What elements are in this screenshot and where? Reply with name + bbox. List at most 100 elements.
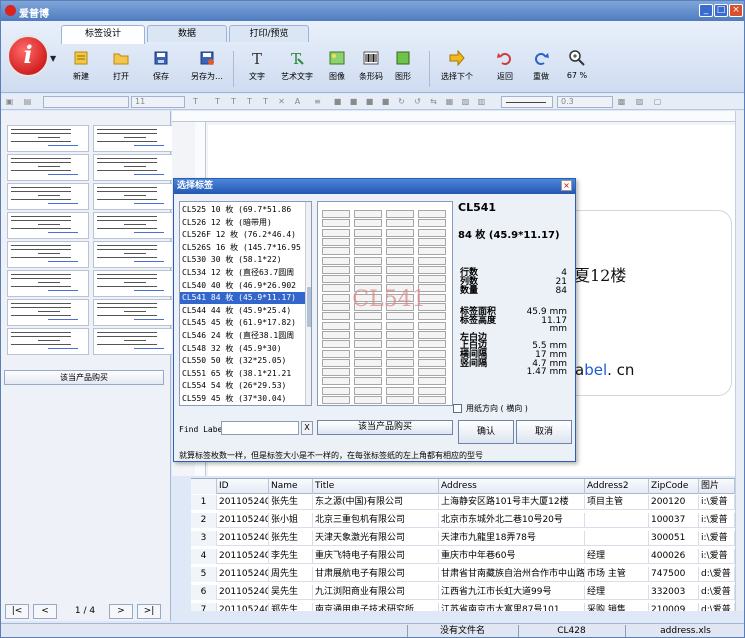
- label-thumbnail[interactable]: [93, 183, 175, 210]
- save-button[interactable]: 保存: [141, 48, 181, 90]
- grid-column-header[interactable]: Title: [313, 479, 439, 494]
- underline-icon[interactable]: T: [245, 97, 254, 106]
- label-thumbnail[interactable]: [93, 270, 175, 297]
- bold-icon[interactable]: T: [213, 97, 222, 106]
- maximize-icon[interactable]: □: [714, 4, 728, 17]
- label-thumbnail[interactable]: [7, 299, 89, 326]
- rotate-icon[interactable]: ↻: [397, 97, 406, 106]
- shape-button[interactable]: 图形: [383, 48, 423, 90]
- table-row[interactable]: 620110524006吴先生九江浏阳商业有限公司江西省九江市长虹大道99号经理…: [191, 585, 735, 600]
- app-menu-button[interactable]: i: [7, 35, 49, 77]
- text-effect-icon[interactable]: ✕: [277, 97, 286, 106]
- label-thumbnail[interactable]: [93, 328, 175, 355]
- label-type-item[interactable]: CL526F 12 枚 (76.2*46.4): [180, 229, 305, 241]
- label-type-item[interactable]: CL550 50 枚 (32*25.05): [180, 355, 305, 367]
- grid-column-header[interactable]: [191, 479, 217, 494]
- table-row[interactable]: 720110524007郑先生南京通用电子技术研究所江苏省南京市大富里87号10…: [191, 603, 735, 611]
- label-type-item[interactable]: CL554 54 枚 (26*29.53): [180, 380, 305, 392]
- line-color-icon[interactable]: ▨: [635, 97, 644, 106]
- label-thumbnail[interactable]: [7, 270, 89, 297]
- rotate-left-icon[interactable]: ↺: [413, 97, 422, 106]
- order-icon[interactable]: ▥: [477, 97, 486, 106]
- label-type-item[interactable]: CL546 24 枚 (直径38.1圆周: [180, 330, 305, 342]
- line-width-input[interactable]: 0.3: [557, 96, 613, 108]
- redo-button[interactable]: 重做: [521, 48, 561, 90]
- close-icon[interactable]: ×: [729, 4, 743, 17]
- table-row[interactable]: 520110524005周先生甘肃展航电子有限公司甘肃省甘南藏族自治州合作市中山…: [191, 567, 735, 582]
- label-thumbnail[interactable]: [93, 241, 175, 268]
- prev-page-button[interactable]: <: [33, 604, 57, 619]
- save-as-button[interactable]: 另存为…: [185, 48, 229, 90]
- label-thumbnail[interactable]: [7, 183, 89, 210]
- find-label-input[interactable]: [221, 421, 299, 435]
- undo-button[interactable]: 返回: [485, 48, 525, 90]
- grid-column-header[interactable]: ZipCode: [649, 479, 699, 494]
- minimize-icon[interactable]: _: [699, 4, 713, 17]
- orientation-checkbox[interactable]: [453, 404, 462, 413]
- find-clear-button[interactable]: X: [301, 421, 313, 435]
- label-thumbnail[interactable]: [7, 154, 89, 181]
- label-thumbnail[interactable]: [7, 212, 89, 239]
- italic-icon[interactable]: T: [229, 97, 238, 106]
- label-type-item[interactable]: CL544 44 枚 (45.9*25.4): [180, 305, 305, 317]
- font-size-select[interactable]: 11: [131, 96, 185, 108]
- label-type-item[interactable]: CL540 40 枚 (46.9*26.902: [180, 280, 305, 292]
- align-left-icon[interactable]: ≡: [313, 97, 322, 106]
- line-style-select[interactable]: [501, 96, 553, 108]
- label-type-item[interactable]: CL541 84 枚 (45.9*11.17): [180, 292, 305, 305]
- paste-icon[interactable]: ▣: [5, 97, 14, 106]
- table-row[interactable]: 320110524003张先生天津天象激光有限公司天津市九龍里18弄78号 300…: [191, 531, 735, 546]
- label-type-item[interactable]: CL534 12 枚 (直径63.7圆周: [180, 267, 305, 279]
- chevron-down-icon[interactable]: ▼: [50, 54, 56, 63]
- label-type-item[interactable]: CL545 45 枚 (61.9*17.82): [180, 317, 305, 329]
- open-button[interactable]: 打开: [101, 48, 141, 90]
- grid-column-header[interactable]: 图片: [699, 479, 735, 494]
- ok-button[interactable]: 确认: [458, 420, 514, 444]
- label-type-list[interactable]: CL525 10 枚 (69.7*51.86 CL526 12 枚 (暗带用) CL…: [179, 201, 312, 406]
- fill-color-icon[interactable]: ▩: [617, 97, 626, 106]
- label-type-item[interactable]: CL559 45 枚 (37*30.04): [180, 393, 305, 405]
- label-thumbnail[interactable]: [7, 328, 89, 355]
- label-type-item[interactable]: CL530 30 枚 (58.1*22): [180, 254, 305, 266]
- buy-product-button-left[interactable]: 该当产品购买: [4, 370, 164, 385]
- label-type-item[interactable]: CL525 10 枚 (69.7*51.86: [180, 204, 305, 216]
- align-top-icon[interactable]: ■: [365, 97, 374, 106]
- label-thumbnail[interactable]: [93, 299, 175, 326]
- zoom-button[interactable]: 67 %: [557, 48, 597, 90]
- grid-column-header[interactable]: ID: [217, 479, 269, 494]
- group-icon[interactable]: ▦: [445, 97, 454, 106]
- buy-product-button[interactable]: 该当产品购买: [317, 420, 453, 435]
- cancel-button[interactable]: 取消: [516, 420, 572, 444]
- new-button[interactable]: 新建: [61, 48, 101, 90]
- label-text-url[interactable]: abel. cn: [575, 361, 634, 379]
- first-page-button[interactable]: |<: [5, 604, 29, 619]
- last-page-button[interactable]: >|: [137, 604, 161, 619]
- label-text-address[interactable]: 夏12楼: [574, 262, 626, 286]
- label-thumbnail[interactable]: [7, 241, 89, 268]
- grid-column-header[interactable]: Name: [269, 479, 313, 494]
- table-row[interactable]: 420110524004李先生重庆飞特电子有限公司重庆市中年巷60号经理4000…: [191, 549, 735, 564]
- scroll-thumb[interactable]: [307, 287, 311, 327]
- grid-column-header[interactable]: Address2: [585, 479, 649, 494]
- label-type-item[interactable]: CL551 65 枚 (38.1*21.21: [180, 368, 305, 380]
- text-color-icon[interactable]: A: [293, 97, 302, 106]
- select-next-button[interactable]: 选择下个: [435, 48, 479, 90]
- table-row[interactable]: 120110524001张先生东之源(中国)有限公司上海静安区路101号丰大厦1…: [191, 495, 735, 510]
- align-center-icon[interactable]: ■: [333, 97, 342, 106]
- label-type-item[interactable]: CL548 32 枚 (45.9*30): [180, 343, 305, 355]
- tab-data[interactable]: 数据: [147, 25, 227, 42]
- label-type-item[interactable]: CL526 12 枚 (暗带用): [180, 217, 305, 229]
- grid-column-header[interactable]: Address: [439, 479, 585, 494]
- next-page-button[interactable]: >: [109, 604, 133, 619]
- tab-print-preview[interactable]: 打印/预览: [229, 25, 309, 42]
- flip-icon[interactable]: ⇆: [429, 97, 438, 106]
- label-thumbnail[interactable]: [7, 125, 89, 152]
- strike-icon[interactable]: T: [261, 97, 270, 106]
- text-button[interactable]: T 文字: [237, 48, 277, 90]
- label-thumbnail[interactable]: [93, 125, 175, 152]
- align-bottom-icon[interactable]: ■: [381, 97, 390, 106]
- table-row[interactable]: 220110524002张小姐北京三重包机有限公司北京市东城外北二巷10号20号…: [191, 513, 735, 528]
- label-type-scrollbar[interactable]: [305, 202, 311, 405]
- label-thumbnail[interactable]: [93, 154, 175, 181]
- ungroup-icon[interactable]: ▧: [461, 97, 470, 106]
